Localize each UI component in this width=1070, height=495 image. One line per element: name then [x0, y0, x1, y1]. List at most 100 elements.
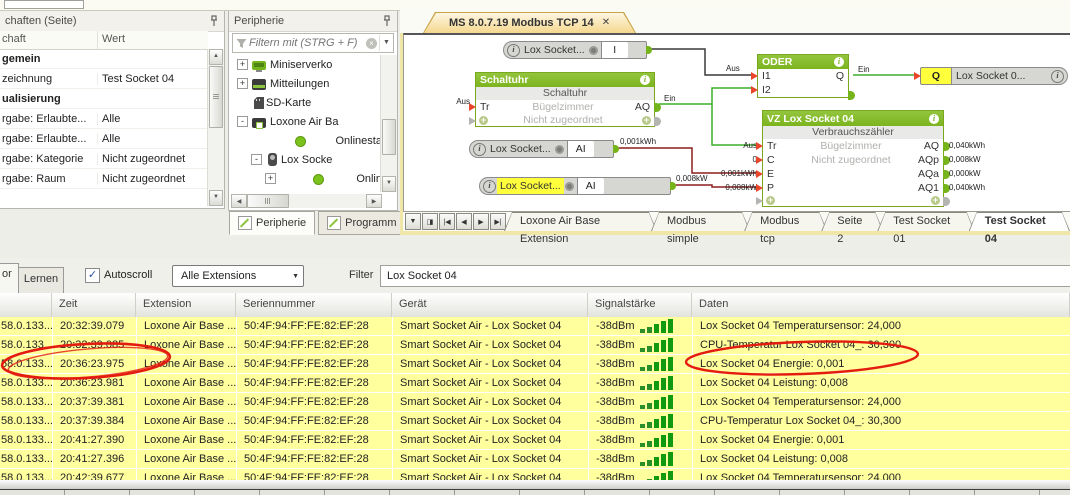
page-tab[interactable]: Loxone Air Base Extension: [504, 212, 657, 231]
extensions-dropdown[interactable]: Alle Extensions ▼: [172, 265, 304, 287]
filter-dropdown-icon[interactable]: ▼: [379, 35, 393, 51]
info-icon[interactable]: i: [483, 180, 496, 193]
scrollbar-thumb[interactable]: [382, 119, 396, 155]
pin-icon[interactable]: [382, 15, 392, 27]
property-column-header[interactable]: chaft: [0, 31, 98, 49]
scroll-right-button[interactable]: ▶: [366, 194, 382, 208]
page-tab[interactable]: Modbus tcp: [744, 212, 827, 231]
sensor-block-digital[interactable]: i Lox Socket... I: [503, 41, 647, 59]
property-value[interactable]: Nicht zugeordnet: [98, 153, 208, 165]
page-nav-button[interactable]: |◀: [439, 213, 455, 230]
document-tab[interactable]: MS 8.0.7.19 Modbus TCP 14 ✕: [423, 12, 636, 33]
oder-block[interactable]: ODER i I1 Q I2: [757, 54, 849, 98]
properties-scrollbar[interactable]: ▲ ▼: [207, 49, 224, 206]
info-icon[interactable]: i: [929, 114, 939, 124]
property-row[interactable]: rgabe: Raum Nicht zugeordnet: [0, 169, 208, 189]
info-icon[interactable]: i: [640, 75, 650, 85]
page-nav-button[interactable]: ▶: [473, 213, 489, 230]
property-row[interactable]: zeichnung Test Socket 04: [0, 69, 208, 89]
property-value[interactable]: Nicht zugeordnet: [98, 173, 208, 185]
log-row[interactable]: 58.0.133... 20:41:27.396 Loxone Air Base…: [0, 450, 1070, 469]
dock-tab[interactable]: Programm: [318, 211, 405, 235]
log-row[interactable]: 58.0.133... 20:32:39.085 Loxone Air Base…: [0, 336, 1070, 355]
column-header[interactable]: Daten: [692, 293, 1070, 317]
log-row[interactable]: 58.0.133... 20:32:39.079 Loxone Air Base…: [0, 317, 1070, 336]
verbrauchszaehler-block[interactable]: VZ Lox Socket 04 i Verbrauchszähler Aus …: [762, 110, 944, 207]
scroll-down-button[interactable]: ▼: [382, 176, 396, 192]
add-input-icon[interactable]: +: [766, 196, 775, 205]
dock-tab[interactable]: Peripherie: [229, 211, 315, 235]
scroll-down-button[interactable]: ▼: [209, 190, 223, 206]
column-header[interactable]: [0, 293, 52, 317]
value-column-header[interactable]: Wert: [98, 31, 208, 49]
canvas-viewport[interactable]: i Lox Socket... I Schaltuhr i Schaltuhr …: [403, 33, 1070, 212]
scroll-left-button[interactable]: ◀: [231, 194, 247, 208]
tree-item[interactable]: - Loxone Air Ba: [231, 112, 382, 131]
tree-expander[interactable]: +: [265, 173, 276, 184]
tree-item[interactable]: Onlinesta: [231, 131, 382, 150]
page-nav-button[interactable]: ◨: [422, 213, 438, 230]
info-icon[interactable]: i: [1051, 70, 1064, 83]
property-value[interactable]: Alle: [98, 113, 208, 125]
log-row[interactable]: 58.0.133... 20:37:39.381 Loxone Air Base…: [0, 393, 1070, 412]
sensor-block-energy[interactable]: i Lox Socket... AI: [469, 140, 614, 158]
cell-signal: -38dBm: [588, 431, 692, 449]
property-row[interactable]: gemein: [0, 49, 208, 69]
periphery-filter-box[interactable]: × ▼: [232, 33, 394, 53]
periphery-scrollbar[interactable]: ▼: [380, 55, 397, 192]
tree-item[interactable]: - Lox Socke: [231, 150, 382, 169]
info-icon[interactable]: i: [507, 44, 520, 57]
signal-dbm: -38dBm: [596, 393, 635, 411]
tree-expander[interactable]: -: [237, 116, 248, 127]
column-header[interactable]: Zeit: [52, 293, 136, 317]
schaltuhr-block[interactable]: Schaltuhr i Schaltuhr Tr Bügelzimmer AQ …: [475, 72, 655, 127]
tree-item[interactable]: CPU-: [231, 188, 382, 192]
scrollbar-thumb[interactable]: [209, 66, 223, 128]
column-header[interactable]: Extension: [136, 293, 236, 317]
tree-item[interactable]: + Mitteilungen: [231, 74, 382, 93]
sensor-block-power[interactable]: i Lox Socket... AI: [479, 177, 671, 195]
info-icon[interactable]: i: [473, 143, 486, 156]
column-header[interactable]: Seriennummer: [236, 293, 392, 317]
log-row[interactable]: 58.0.133... 20:36:23.981 Loxone Air Base…: [0, 374, 1070, 393]
property-label: rgabe: Raum: [0, 173, 98, 185]
periphery-filter-input[interactable]: [247, 37, 366, 49]
clear-filter-icon[interactable]: ×: [366, 38, 377, 49]
tree-item[interactable]: + Onlin: [231, 169, 382, 188]
tree-item[interactable]: SD-Karte: [231, 93, 382, 112]
page-tab[interactable]: Modbus simple: [651, 212, 750, 231]
page-tab[interactable]: Seite 2: [821, 212, 883, 231]
tree-expander[interactable]: -: [251, 154, 262, 165]
page-tab[interactable]: Test Socket 01: [877, 212, 974, 231]
page-nav-button[interactable]: ▼: [405, 213, 421, 230]
info-icon[interactable]: i: [834, 57, 844, 67]
property-row[interactable]: rgabe: Erlaubte... Alle: [0, 109, 208, 129]
add-output-icon[interactable]: +: [642, 116, 651, 125]
close-icon[interactable]: ✕: [602, 17, 610, 28]
page-nav-button[interactable]: ◀: [456, 213, 472, 230]
log-row[interactable]: 58.0.133... 20:37:39.384 Loxone Air Base…: [0, 412, 1070, 431]
property-row[interactable]: ualisierung: [0, 89, 208, 109]
property-row[interactable]: rgabe: Kategorie Nicht zugeordnet: [0, 149, 208, 169]
filter-input[interactable]: [380, 265, 1070, 287]
tree-item[interactable]: + Miniserverko: [231, 55, 382, 74]
log-row[interactable]: 58.0.133... 20:41:27.390 Loxone Air Base…: [0, 431, 1070, 450]
scroll-up-button[interactable]: ▲: [209, 49, 223, 65]
scrollbar-thumb[interactable]: [247, 194, 289, 208]
log-row[interactable]: 58.0.133... 20:36:23.975 Loxone Air Base…: [0, 355, 1070, 374]
property-value[interactable]: Test Socket 04: [98, 73, 208, 85]
column-header[interactable]: Gerät: [392, 293, 588, 317]
periphery-hscrollbar[interactable]: ◀ ▶: [231, 194, 382, 208]
column-header[interactable]: Signalstärke: [588, 293, 692, 317]
tree-expander[interactable]: +: [237, 59, 248, 70]
page-tab[interactable]: Test Socket 04: [969, 212, 1070, 231]
pin-icon[interactable]: [209, 15, 219, 27]
autoscroll-checkbox[interactable]: ✓: [85, 268, 100, 283]
add-output-icon[interactable]: +: [931, 196, 940, 205]
property-value[interactable]: Alle: [98, 133, 208, 145]
actuator-block[interactable]: Q Lox Socket 0... i: [920, 67, 1068, 85]
block-expand-row: + Nicht zugeordnet +: [476, 114, 654, 126]
tree-expander[interactable]: +: [237, 78, 248, 89]
property-row[interactable]: rgabe: Erlaubte... Alle: [0, 129, 208, 149]
add-input-icon[interactable]: +: [479, 116, 488, 125]
